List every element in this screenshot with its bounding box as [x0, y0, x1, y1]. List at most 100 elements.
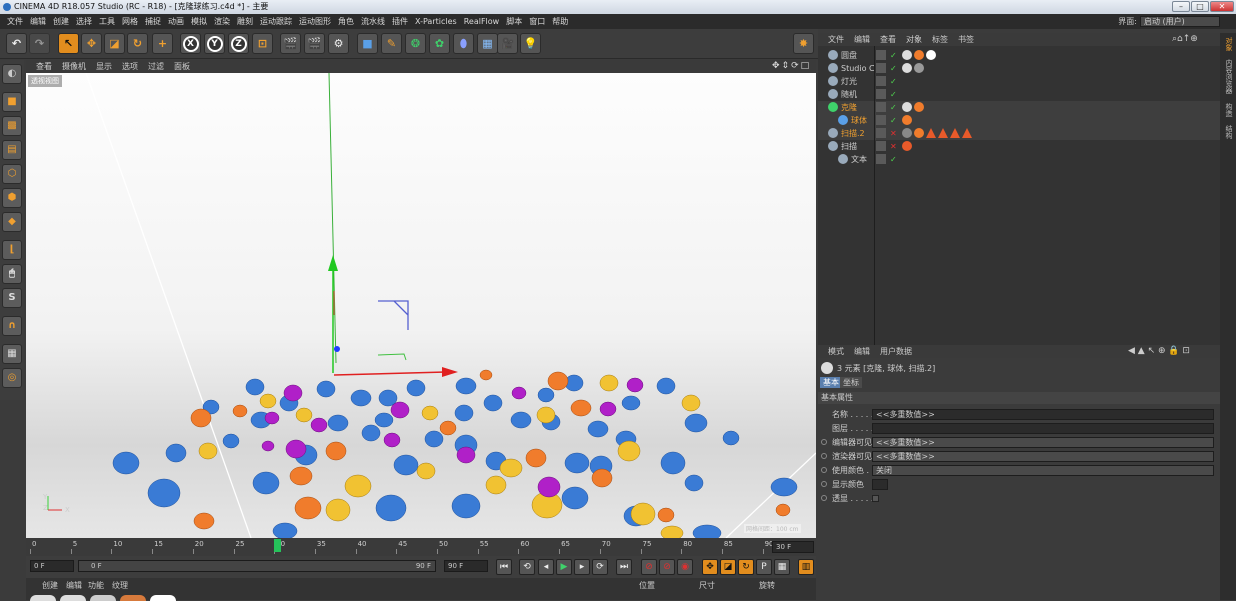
animation-dot-icon[interactable]	[821, 481, 827, 487]
material-swatch[interactable]	[150, 595, 176, 601]
current-frame-field[interactable]: 30 F	[772, 541, 814, 553]
live-select-icon[interactable]: ↖	[58, 33, 79, 54]
object-tag-icon[interactable]	[962, 128, 972, 138]
menu-item-6[interactable]: 捕捉	[145, 17, 161, 26]
menu-item-10[interactable]: 雕刻	[237, 17, 253, 26]
object-tag-icon[interactable]	[926, 128, 936, 138]
points-mode-icon[interactable]: ⬡	[2, 164, 22, 184]
object-name[interactable]: 扫描.2	[841, 127, 865, 140]
cloner-icon[interactable]: ✿	[429, 33, 450, 54]
tweak-mode-icon[interactable]: 🖱	[2, 264, 22, 284]
object-row[interactable]: 灯光 ✓	[818, 75, 1220, 88]
interface-dropdown[interactable]: 启动 (用户)	[1140, 16, 1220, 27]
menu-item-4[interactable]: 工具	[99, 17, 115, 26]
close-button[interactable]: ✕	[1210, 1, 1234, 12]
viewport-menu-item-2[interactable]: 显示	[96, 62, 112, 71]
rotate-icon[interactable]: ↻	[127, 33, 148, 54]
workplane-icon[interactable]: ▤	[2, 140, 22, 160]
material-swatch[interactable]	[30, 595, 56, 601]
visibility-toggle[interactable]	[876, 128, 886, 138]
animation-dot-icon[interactable]	[821, 495, 827, 501]
object-tag-icon[interactable]	[938, 128, 948, 138]
object-tag-icon[interactable]	[902, 63, 912, 73]
previous-key-icon[interactable]: ⟲	[519, 559, 535, 575]
object-row[interactable]: Studio C ✓	[818, 62, 1220, 75]
x-axis-lock-icon[interactable]: X	[180, 33, 201, 54]
enable-toggle[interactable]: ✓	[890, 75, 897, 88]
render-settings-icon[interactable]: ⚙	[328, 33, 349, 54]
menu-item-5[interactable]: 网格	[122, 17, 138, 26]
tab-coord[interactable]: 坐标	[840, 377, 862, 388]
coordinate-system-icon[interactable]: ⊡	[252, 33, 273, 54]
interface-selector[interactable]: 界面: 启动 (用户)	[1118, 15, 1220, 28]
object-menu-item-2[interactable]: 查看	[880, 35, 896, 44]
redo-icon[interactable]: ↷	[29, 33, 50, 54]
attribute-value-field[interactable]: 关闭	[872, 465, 1214, 476]
menu-item-15[interactable]: 插件	[392, 17, 408, 26]
object-tag-icon[interactable]	[914, 128, 924, 138]
object-row[interactable]: 扫描.2 ✕	[818, 127, 1220, 140]
visibility-toggle[interactable]	[876, 154, 886, 164]
object-manager-search-icon[interactable]: ⌕⌂↑⊕	[1172, 34, 1198, 44]
object-tag-icon[interactable]	[902, 128, 912, 138]
enable-toggle[interactable]: ✕	[890, 127, 897, 140]
object-row[interactable]: 球体 ✓	[818, 114, 1220, 127]
axis-mode-icon[interactable]: ⌊	[2, 240, 22, 260]
menu-item-8[interactable]: 模拟	[191, 17, 207, 26]
previous-frame-icon[interactable]: ◂	[538, 559, 554, 575]
enable-toggle[interactable]: ✓	[890, 101, 897, 114]
object-name[interactable]: 球体	[851, 114, 867, 127]
model-mode-icon[interactable]: ■	[2, 92, 22, 112]
mode-icon[interactable]: ◐	[2, 64, 22, 84]
object-row[interactable]: 扫描 ✕	[818, 140, 1220, 153]
attribute-menu-item-1[interactable]: 编辑	[854, 347, 870, 356]
record-active-objects-icon[interactable]: ⊘	[641, 559, 657, 575]
position-key-icon[interactable]: ✥	[702, 559, 718, 575]
y-axis-lock-icon[interactable]: Y	[204, 33, 225, 54]
scale-icon[interactable]: ◪	[104, 33, 125, 54]
attribute-menu-item-0[interactable]: 模式	[828, 347, 844, 356]
material-swatch[interactable]	[90, 595, 116, 601]
object-name[interactable]: 文本	[851, 153, 867, 166]
object-name[interactable]: 随机	[841, 88, 857, 101]
object-menu-item-4[interactable]: 标签	[932, 35, 948, 44]
enable-toggle[interactable]: ✓	[890, 153, 897, 166]
render-view-icon[interactable]: 🎬	[280, 33, 301, 54]
next-key-icon[interactable]: ⟳	[592, 559, 608, 575]
object-name[interactable]: 圆盘	[841, 49, 857, 62]
snap-icon[interactable]: ✸	[793, 33, 814, 54]
subdivision-icon[interactable]: ❂	[405, 33, 426, 54]
object-menu-item-1[interactable]: 编辑	[854, 35, 870, 44]
viewport-menu-item-4[interactable]: 过滤	[148, 62, 164, 71]
viewport[interactable]: 透视视图 网格间距：100 cm Y Z X	[26, 73, 816, 538]
cube-icon[interactable]: ■	[357, 33, 378, 54]
side-tab-content-browser[interactable]: 内容浏览器	[1222, 59, 1234, 94]
keyframe-selection-icon[interactable]: ◉	[677, 559, 693, 575]
move-icon[interactable]: ✥	[81, 33, 102, 54]
enable-toggle[interactable]: ✕	[890, 140, 897, 153]
animation-dot-icon[interactable]	[821, 467, 827, 473]
menu-item-18[interactable]: 脚本	[506, 17, 522, 26]
attribute-value-field[interactable]: <<多重数值>>	[872, 437, 1214, 448]
enable-toggle[interactable]: ✓	[890, 114, 897, 127]
object-name[interactable]: 灯光	[841, 75, 857, 88]
object-tag-icon[interactable]	[926, 50, 936, 60]
sculpt-icon[interactable]: ◎	[2, 368, 22, 388]
menu-item-9[interactable]: 渲染	[214, 17, 230, 26]
magnet-icon[interactable]: ∩	[2, 316, 22, 336]
range-slider[interactable]: 0 F 90 F	[78, 560, 436, 572]
object-row[interactable]: 随机 ✓	[818, 88, 1220, 101]
object-tag-icon[interactable]	[950, 128, 960, 138]
polygons-mode-icon[interactable]: ◆	[2, 212, 22, 232]
material-swatch[interactable]	[120, 595, 146, 601]
side-tab-structure[interactable]: 结构	[1222, 125, 1234, 139]
side-tab-construct[interactable]: 构造	[1222, 103, 1234, 117]
texture-mode-icon[interactable]: ▩	[2, 116, 22, 136]
viewport-nav-icons[interactable]: ✥⇕⟳□	[772, 61, 811, 71]
menu-item-2[interactable]: 创建	[53, 17, 69, 26]
menu-item-14[interactable]: 流水线	[361, 17, 385, 26]
visibility-toggle[interactable]	[876, 141, 886, 151]
object-tag-icon[interactable]	[914, 50, 924, 60]
autokey-icon[interactable]: ⊘	[659, 559, 675, 575]
camera-icon[interactable]: 🎥	[497, 33, 518, 54]
